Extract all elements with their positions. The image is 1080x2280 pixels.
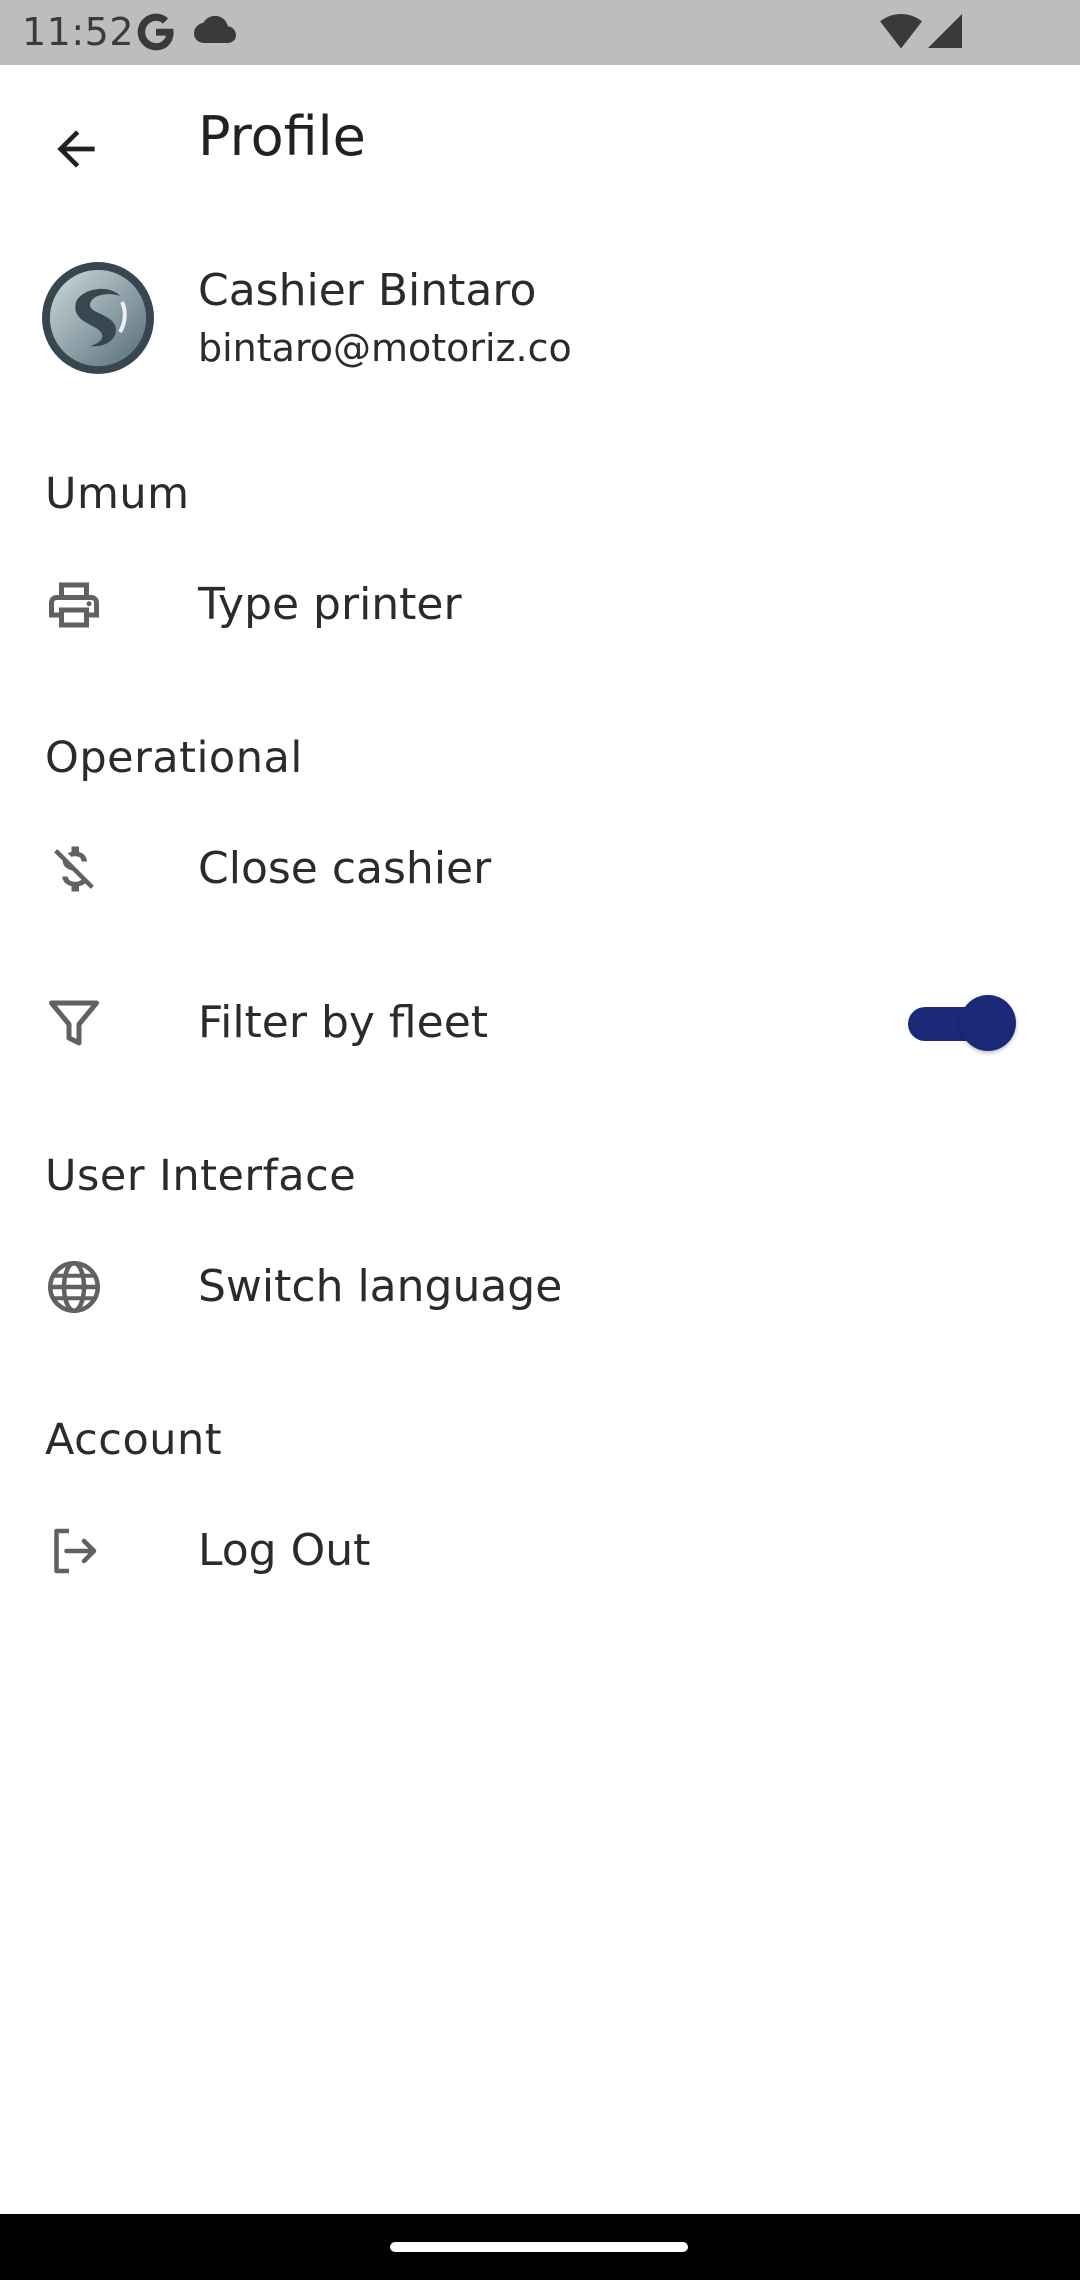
back-button[interactable]	[36, 109, 116, 189]
filter-icon	[49, 1000, 99, 1046]
globe-icon	[48, 1261, 100, 1313]
printer-icon	[49, 582, 99, 628]
wifi-icon	[880, 14, 922, 49]
status-time: 11:52	[22, 10, 135, 54]
money-off-icon	[54, 846, 94, 892]
profile-email: bintaro@motoriz.co	[198, 326, 572, 370]
section-header-account: Account	[45, 1415, 223, 1465]
list-item-filter-by-fleet[interactable]: Filter by fleet	[0, 963, 1080, 1083]
page-title: Profile	[198, 105, 366, 168]
home-indicator[interactable]	[390, 2242, 688, 2252]
filter-by-fleet-toggle[interactable]	[908, 995, 1016, 1051]
list-item-log-out[interactable]: Log Out	[0, 1491, 1080, 1611]
list-item-label: Switch language	[198, 1261, 563, 1312]
profile-header: Cashier Bintaro bintaro@motoriz.co	[0, 250, 1080, 390]
list-item-label: Filter by fleet	[198, 997, 489, 1048]
section-header-operational: Operational	[45, 733, 303, 783]
avatar	[42, 262, 154, 374]
toggle-thumb	[960, 995, 1016, 1051]
logout-icon	[54, 1528, 97, 1574]
list-item-close-cashier[interactable]: Close cashier	[0, 809, 1080, 929]
google-g-icon	[137, 13, 174, 51]
list-item-label: Close cashier	[198, 843, 492, 894]
list-item-label: Type printer	[198, 579, 462, 630]
navigation-bar	[0, 2214, 1080, 2280]
cloud-icon	[194, 15, 236, 43]
list-item-switch-language[interactable]: Switch language	[0, 1227, 1080, 1347]
profile-name: Cashier Bintaro	[198, 265, 537, 316]
profile-screen: 11:52 Profile Cashier Bintaro bintaro@mo…	[0, 0, 1080, 2280]
list-item-label: Log Out	[198, 1525, 371, 1576]
signal-icon	[928, 14, 962, 48]
list-item-type-printer[interactable]: Type printer	[0, 545, 1080, 665]
section-header-general: Umum	[45, 469, 190, 519]
arrow-back-icon	[57, 130, 95, 168]
app-bar: Profile	[0, 65, 1080, 220]
section-header-user-interface: User Interface	[45, 1151, 357, 1201]
status-bar: 11:52	[0, 0, 1080, 65]
